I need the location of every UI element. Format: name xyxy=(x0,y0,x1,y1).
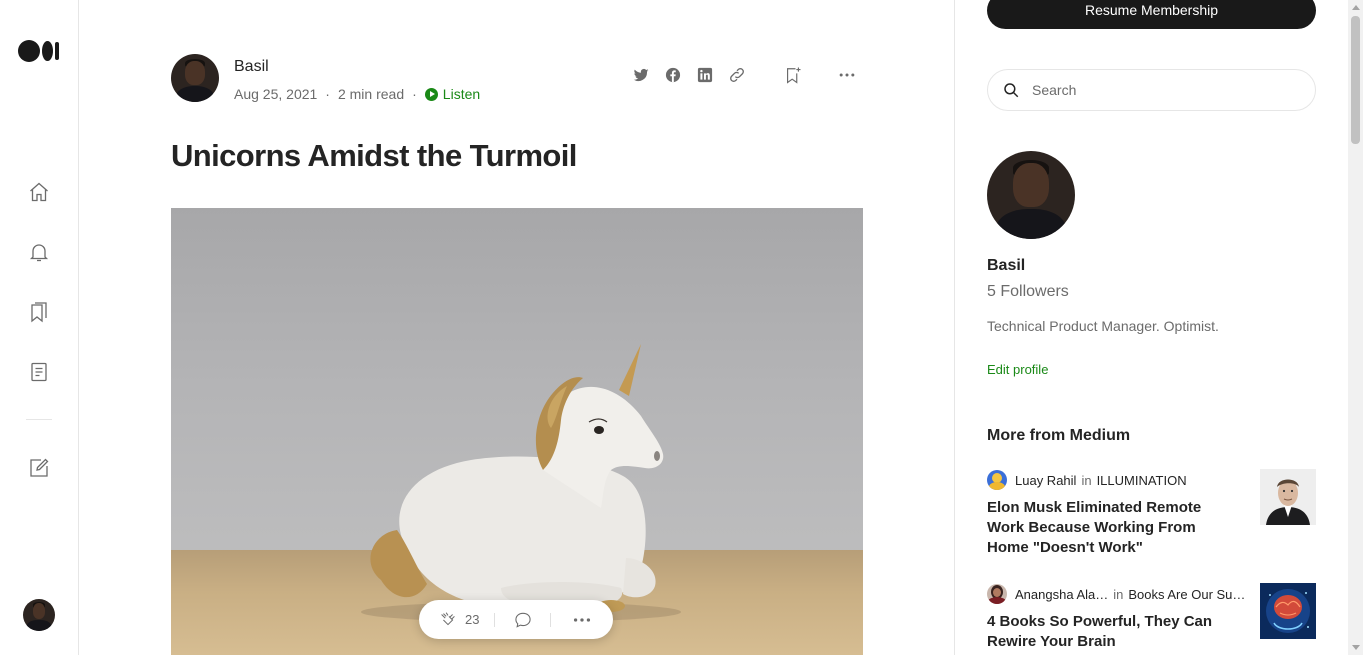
listen-button[interactable]: Listen xyxy=(424,86,481,102)
rec-thumbnail[interactable] xyxy=(1260,469,1316,525)
floating-action-bar: 23 xyxy=(419,600,613,639)
nav-divider xyxy=(26,419,52,420)
more-icon[interactable] xyxy=(836,64,858,86)
article-hero-image xyxy=(171,208,863,655)
bookmark-add-icon[interactable] xyxy=(782,64,804,86)
bell-icon[interactable] xyxy=(27,240,51,264)
read-time: 2 min read xyxy=(337,86,405,102)
linkedin-icon[interactable] xyxy=(694,64,716,86)
profile-bio: Technical Product Manager. Optimist. xyxy=(987,318,1219,334)
rec-in-label: in xyxy=(1113,586,1124,602)
profile-followers[interactable]: 5 Followers xyxy=(987,283,1069,301)
article-title: Unicorns Amidst the Turmoil xyxy=(171,138,577,173)
facebook-icon[interactable] xyxy=(662,64,684,86)
right-sidebar: Resume Membership Basil 5 Followers Tech… xyxy=(954,0,1363,655)
scrollbar-thumb[interactable] xyxy=(1351,16,1360,144)
meta-dot: · xyxy=(325,86,330,102)
user-avatar[interactable] xyxy=(23,599,55,631)
rec-headline[interactable]: Elon Musk Eliminated Remote Work Because… xyxy=(987,498,1223,558)
rec-in-label: in xyxy=(1081,472,1092,488)
scroll-down-arrow-icon[interactable] xyxy=(1352,645,1360,650)
search-box xyxy=(987,69,1316,111)
rec-author-name[interactable]: Luay Rahil xyxy=(1015,473,1076,488)
rec-thumbnail[interactable] xyxy=(1260,583,1316,639)
rec-publication[interactable]: ILLUMINATION xyxy=(1097,473,1187,488)
resume-membership-button[interactable]: Resume Membership xyxy=(987,0,1316,29)
clap-button[interactable]: 23 xyxy=(437,609,479,631)
profile-avatar[interactable] xyxy=(987,151,1075,239)
article-meta: Aug 25, 2021 · 2 min read · Listen xyxy=(234,86,480,102)
rec-author-name[interactable]: Anangsha Ala… xyxy=(1015,587,1108,602)
edit-profile-link[interactable]: Edit profile xyxy=(987,362,1048,377)
action-divider xyxy=(550,612,552,627)
search-input[interactable] xyxy=(1032,82,1302,98)
rec-author-avatar xyxy=(987,584,1007,604)
profile-name[interactable]: Basil xyxy=(987,257,1025,275)
listen-label: Listen xyxy=(442,86,481,102)
scroll-up-arrow-icon[interactable] xyxy=(1352,5,1360,10)
more-options-icon[interactable] xyxy=(571,609,593,631)
author-name[interactable]: Basil xyxy=(234,58,269,76)
recommendation-item[interactable]: Anangsha Ala… in Books Are Our Su… 4 Boo… xyxy=(987,583,1316,652)
more-from-heading: More from Medium xyxy=(987,427,1131,444)
bookmarks-icon[interactable] xyxy=(27,300,51,324)
meta-dot: · xyxy=(412,86,417,102)
article-main: Basil Aug 25, 2021 · 2 min read · Listen… xyxy=(80,0,954,655)
medium-logo[interactable] xyxy=(18,40,60,62)
rec-author-avatar xyxy=(987,470,1007,490)
recommendation-item[interactable]: Luay Rahil in ILLUMINATION Elon Musk Eli… xyxy=(987,469,1316,558)
search-icon xyxy=(1004,83,1019,98)
write-icon[interactable] xyxy=(27,456,51,480)
comment-icon[interactable] xyxy=(512,609,534,631)
clap-icon xyxy=(441,611,455,625)
play-icon xyxy=(424,87,438,101)
action-divider xyxy=(494,612,496,627)
rec-headline[interactable]: 4 Books So Powerful, They Can Rewire You… xyxy=(987,612,1223,652)
scrollbar[interactable] xyxy=(1348,0,1363,655)
link-icon[interactable] xyxy=(726,64,748,86)
clap-count: 23 xyxy=(465,612,480,627)
twitter-icon[interactable] xyxy=(630,64,652,86)
stories-icon[interactable] xyxy=(27,360,51,384)
left-nav-rail xyxy=(0,0,79,655)
publish-date: Aug 25, 2021 xyxy=(234,86,318,102)
rec-publication[interactable]: Books Are Our Su… xyxy=(1128,587,1245,602)
author-avatar[interactable] xyxy=(171,54,219,102)
home-icon[interactable] xyxy=(27,180,51,204)
